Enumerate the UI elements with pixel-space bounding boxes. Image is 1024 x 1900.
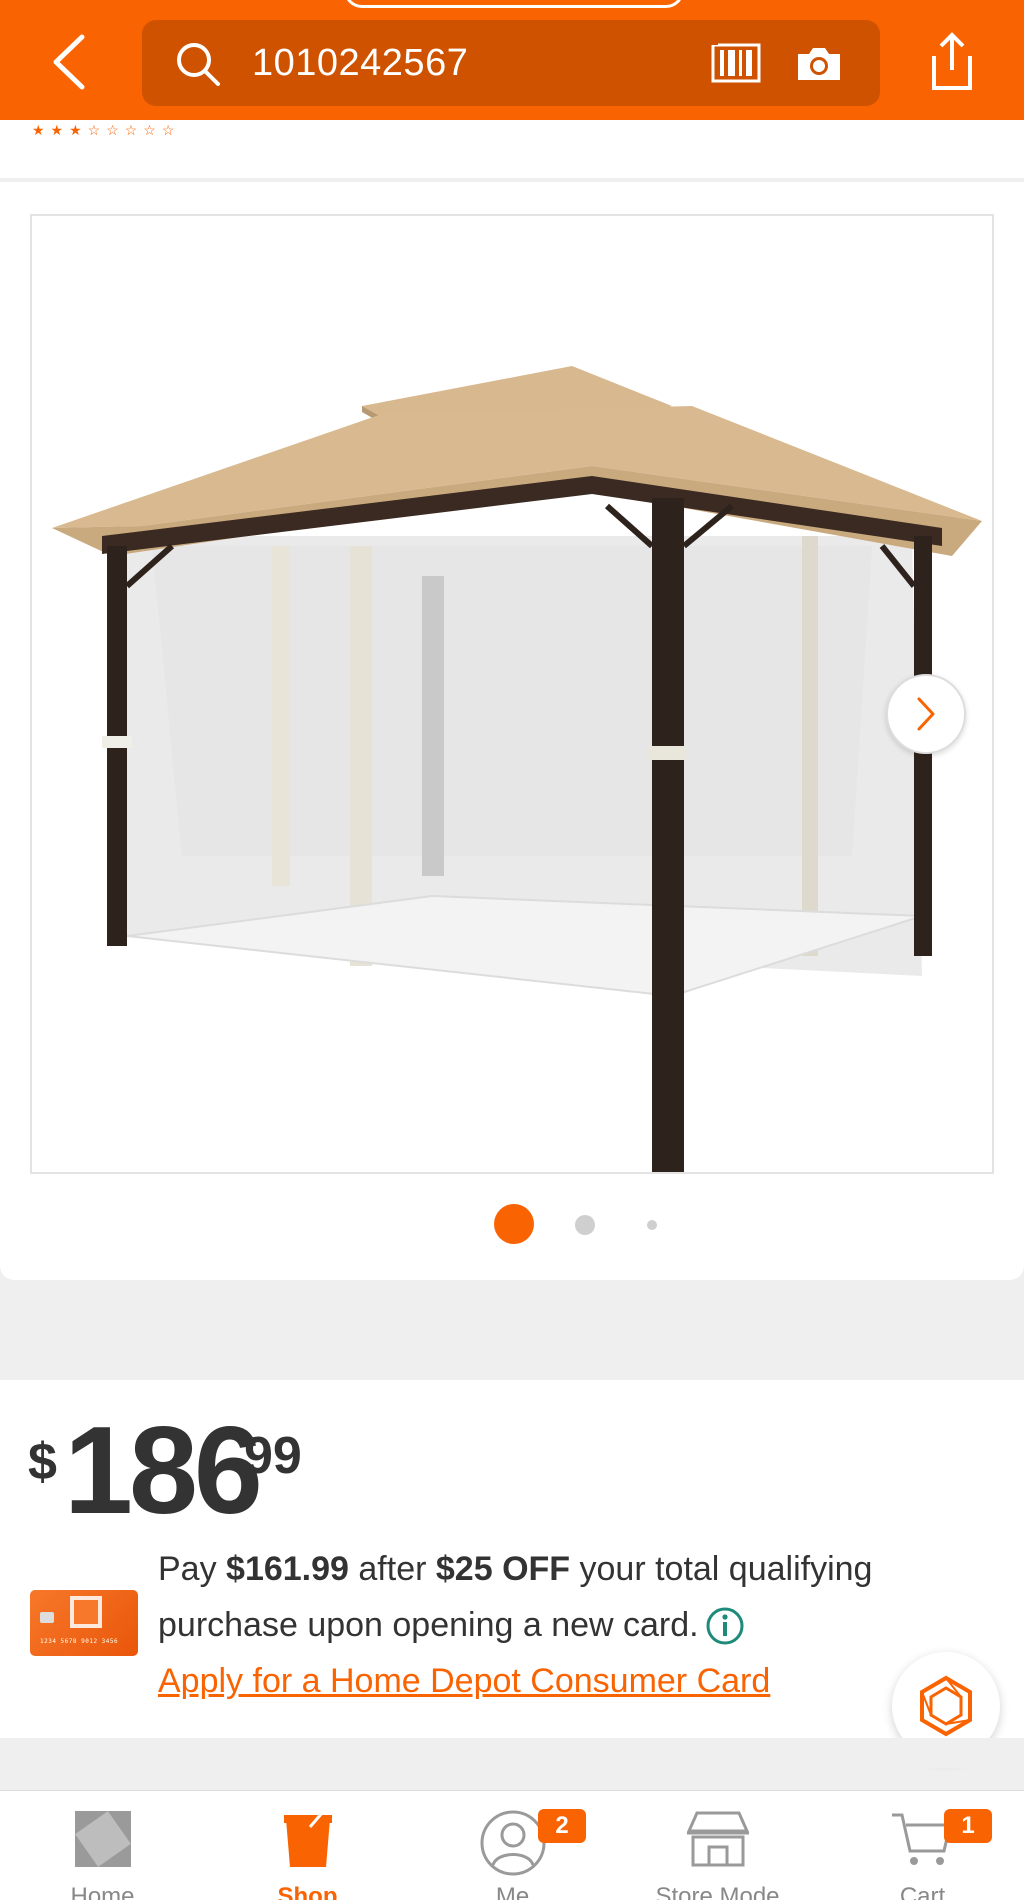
share-icon [932,32,972,90]
nav-shop[interactable]: Shop [205,1791,410,1900]
price-section: $ 186 99 1234 5678 9012 3456 Pay $161.99… [0,1380,1024,1760]
page-dot-active[interactable] [494,1204,534,1244]
gazebo-image [52,366,982,1172]
promo-amount: $161.99 [226,1550,349,1588]
nav-label: Home [70,1883,135,1900]
home-depot-logo-icon [70,1596,102,1628]
image-gallery [0,182,1024,1280]
nav-label: Shop [277,1883,338,1900]
price-dollars: 186 [64,1402,263,1540]
search-bar[interactable]: 1010242567 [142,20,880,106]
nav-label: Store Mode [655,1883,780,1900]
nav-label: Me [495,1883,530,1900]
product-page: 1010242567 ★★★☆☆☆☆☆ $ 186 99 1234 5678 9… [0,0,1024,1900]
rating-strip: ★★★☆☆☆☆☆ [0,120,1024,178]
promo-text: after [348,1550,436,1588]
promo-line-1: Pay $161.99 after $25 OFF your total qua… [158,1550,872,1589]
search-input[interactable]: 1010242567 [252,42,468,85]
camera-icon[interactable] [794,44,844,84]
section-divider [0,1738,1024,1768]
promo-discount: $25 OFF [435,1550,571,1588]
promo-text: your total qualifying [570,1550,873,1588]
cart-badge: 1 [944,1809,992,1843]
bottom-nav: Home Shop 2 Me Store Mode 1 Cart [0,1790,1024,1900]
chevron-left-icon [53,34,85,90]
store-icon [686,1811,749,1867]
credit-card-image: 1234 5678 9012 3456 [30,1590,138,1656]
price-cents: 99 [244,1427,302,1485]
page-dot[interactable] [575,1215,595,1235]
info-icon[interactable] [705,1606,745,1646]
barcode-scan-icon[interactable] [710,42,762,84]
star-rating-icon: ★★★☆☆☆☆☆ [32,122,181,138]
apply-card-link[interactable]: Apply for a Home Depot Consumer Card [158,1662,770,1701]
share-button[interactable] [924,30,980,94]
image-pagination [0,1202,1024,1246]
card-number: 1234 5678 9012 3456 [40,1638,119,1645]
nav-cart[interactable]: 1 Cart [820,1791,1024,1900]
price-currency: $ [28,1433,57,1491]
nav-me[interactable]: 2 Me [410,1791,615,1900]
nav-store-mode[interactable]: Store Mode [615,1791,820,1900]
promo-text: purchase upon opening a new card. [158,1606,699,1644]
next-image-button[interactable] [886,674,966,754]
app-header: 1010242567 [0,0,1024,120]
user-icon [480,1810,545,1876]
nav-home[interactable]: Home [0,1791,205,1900]
product-image[interactable] [30,214,994,1174]
promo-line-2: purchase upon opening a new card. [158,1606,745,1646]
nav-label: Cart [899,1883,946,1900]
me-badge: 2 [538,1809,586,1843]
back-button[interactable] [40,30,96,94]
page-dot[interactable] [647,1220,657,1230]
status-notch [344,0,684,8]
search-icon [177,43,220,86]
shop-bucket-icon [283,1812,332,1867]
card-chip-icon [40,1612,54,1623]
home-depot-logo-icon [74,1811,131,1867]
chat-hexagon-icon [920,1675,972,1737]
promo-text: Pay [158,1550,227,1588]
chevron-right-icon [917,697,935,731]
